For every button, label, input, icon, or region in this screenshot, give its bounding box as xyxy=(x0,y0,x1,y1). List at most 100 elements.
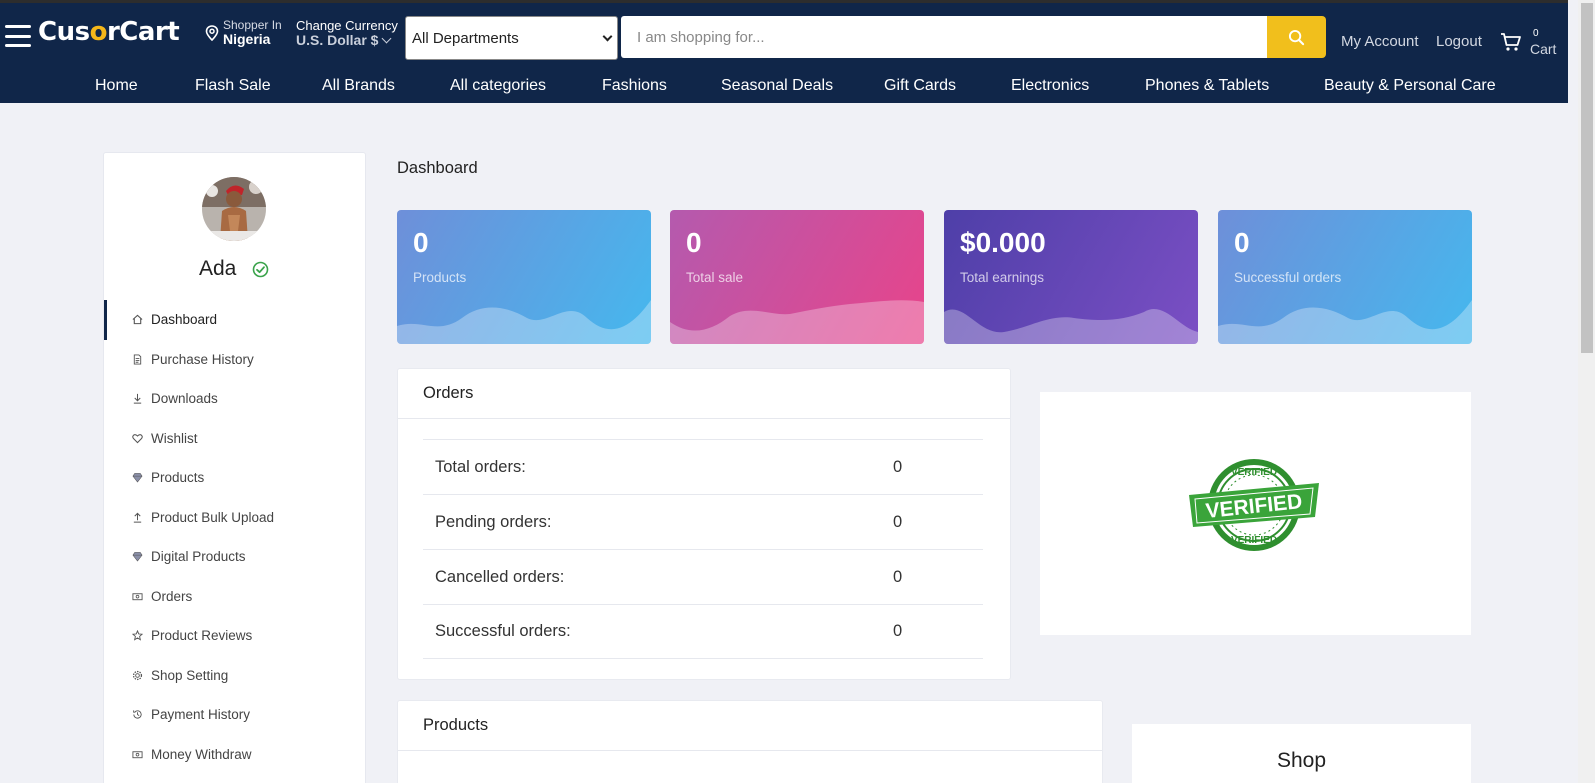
orders-row-value: 0 xyxy=(893,457,903,476)
table-row: Successful orders: 0 xyxy=(423,604,983,659)
nav-home[interactable]: Home xyxy=(95,77,138,95)
nav-all-brands[interactable]: All Brands xyxy=(322,77,395,95)
scrollbar-thumb[interactable] xyxy=(1581,3,1593,353)
sidebar-menu: Dashboard Purchase History Downloads Wis… xyxy=(104,300,365,774)
nav-gift-cards[interactable]: Gift Cards xyxy=(884,77,956,95)
stat-label: Successful orders xyxy=(1234,270,1342,285)
stat-card-successful-orders: 0 Successful orders xyxy=(1218,210,1472,344)
my-account-link[interactable]: My Account xyxy=(1341,33,1419,50)
search-input[interactable] xyxy=(621,16,1267,58)
sidebar-item-wishlist[interactable]: Wishlist xyxy=(104,419,365,459)
stat-label: Products xyxy=(413,270,467,285)
chevron-down-icon xyxy=(382,33,392,44)
sidebar-item-downloads[interactable]: Downloads xyxy=(104,379,365,419)
sidebar-item-product-reviews[interactable]: Product Reviews xyxy=(104,616,365,656)
nav-phones-tablets[interactable]: Phones & Tablets xyxy=(1145,77,1269,95)
page-title: Dashboard xyxy=(397,159,478,177)
location-pin-icon xyxy=(205,25,219,42)
search-icon xyxy=(1288,29,1305,45)
nav-seasonal-deals[interactable]: Seasonal Deals xyxy=(721,77,833,95)
nav-fashions[interactable]: Fashions xyxy=(602,77,667,95)
shop-box: Shop xyxy=(1132,724,1471,783)
stat-value: 0 xyxy=(413,227,429,258)
nav-electronics[interactable]: Electronics xyxy=(1011,77,1089,95)
nav-all-categories[interactable]: All categories xyxy=(450,77,546,95)
stat-card-total-earnings: $0.000 Total earnings xyxy=(944,210,1198,344)
orders-row-label: Successful orders: xyxy=(435,622,571,640)
logout-link[interactable]: Logout xyxy=(1436,33,1482,50)
orders-summary-table: Total orders: 0 Pending orders: 0 Cancel… xyxy=(423,439,983,659)
orders-row-label: Pending orders: xyxy=(435,512,552,531)
orders-row-value: 0 xyxy=(893,567,903,586)
products-card-title: Products xyxy=(398,701,1102,751)
products-card: Products xyxy=(397,700,1103,783)
diamond-icon xyxy=(132,472,143,483)
verified-seller-box: VERIFIED VERIFIED VERIFIED xyxy=(1040,392,1471,635)
sidebar-item-orders[interactable]: Orders xyxy=(104,577,365,617)
home-icon xyxy=(132,314,143,325)
stat-card-products: 0 Products xyxy=(397,210,651,344)
table-row: Total orders: 0 xyxy=(423,439,983,494)
sidebar-item-money-withdraw[interactable]: Money Withdraw xyxy=(104,735,365,775)
badge-bottom-text: VERIFIED xyxy=(1231,535,1277,546)
department-select[interactable]: All Departments xyxy=(405,16,618,60)
sidebar-item-shop-setting[interactable]: Shop Setting xyxy=(104,656,365,696)
money-icon xyxy=(132,591,143,602)
dashboard-sidebar: Ada Dashboard Purchase History Downloads… xyxy=(103,152,366,783)
sidebar-item-label: Shop Setting xyxy=(151,667,229,683)
nav-flash-sale[interactable]: Flash Sale xyxy=(195,77,271,95)
stat-value: $0.000 xyxy=(960,227,1046,258)
menu-icon[interactable] xyxy=(5,25,31,47)
upload-icon xyxy=(132,512,143,523)
sidebar-item-digital-products[interactable]: Digital Products xyxy=(104,537,365,577)
department-select-value: All Departments xyxy=(412,29,519,47)
download-icon xyxy=(132,393,143,404)
sidebar-item-purchase-history[interactable]: Purchase History xyxy=(104,340,365,380)
currency-switcher[interactable]: Change Currency U.S. Dollar $ xyxy=(296,18,398,49)
stat-value: 0 xyxy=(1234,227,1250,258)
nav-beauty-personal-care[interactable]: Beauty & Personal Care xyxy=(1324,77,1496,95)
sidebar-item-label: Downloads xyxy=(151,391,218,407)
shopper-location[interactable]: Shopper In Nigeria xyxy=(205,18,282,48)
wave-decoration xyxy=(670,300,924,344)
sidebar-item-label: Wishlist xyxy=(151,430,198,446)
site-logo[interactable]: CusorCart xyxy=(38,19,180,45)
sidebar-item-label: Product Reviews xyxy=(151,628,253,644)
avatar[interactable] xyxy=(202,177,266,241)
sidebar-item-dashboard[interactable]: Dashboard xyxy=(104,300,365,340)
sidebar-item-label: Payment History xyxy=(151,707,251,723)
stat-value: 0 xyxy=(686,227,702,258)
currency-value: U.S. Dollar $ xyxy=(296,32,379,49)
table-row: Pending orders: 0 xyxy=(423,494,983,549)
orders-row-label: Total orders: xyxy=(435,457,526,476)
sidebar-item-label: Product Bulk Upload xyxy=(151,509,275,525)
cart-icon xyxy=(1501,33,1521,51)
chevron-down-icon xyxy=(602,31,613,41)
sidebar-item-products[interactable]: Products xyxy=(104,458,365,498)
search-button[interactable] xyxy=(1267,16,1326,58)
sidebar-item-label: Products xyxy=(151,470,205,486)
heart-icon xyxy=(132,433,143,444)
verified-check-icon xyxy=(252,261,269,278)
sidebar-item-label: Dashboard xyxy=(151,312,218,328)
file-icon xyxy=(132,354,143,365)
orders-card-title: Orders xyxy=(398,369,1010,419)
cart-label: Cart xyxy=(1530,41,1557,57)
main-nav: Home Flash Sale All Brands All categorie… xyxy=(0,71,1568,103)
diamond-icon xyxy=(132,551,143,562)
orders-card: Orders Total orders: 0 Pending orders: 0… xyxy=(397,368,1011,680)
sidebar-item-label: Digital Products xyxy=(151,549,246,565)
star-icon xyxy=(132,630,143,641)
sidebar-item-payment-history[interactable]: Payment History xyxy=(104,695,365,735)
orders-row-value: 0 xyxy=(893,512,903,531)
sidebar-item-label: Money Withdraw xyxy=(151,746,252,762)
shopper-in-value: Nigeria xyxy=(223,31,271,48)
orders-row-label: Cancelled orders: xyxy=(435,567,565,586)
table-row: Cancelled orders: 0 xyxy=(423,549,983,604)
wave-decoration xyxy=(944,309,1198,344)
sidebar-item-label: Purchase History xyxy=(151,351,254,367)
stat-label: Total sale xyxy=(686,270,744,285)
sidebar-item-product-bulk-upload[interactable]: Product Bulk Upload xyxy=(104,498,365,538)
top-header: CusorCart Shopper In Nigeria Change Curr… xyxy=(0,0,1568,103)
history-icon xyxy=(132,709,143,720)
